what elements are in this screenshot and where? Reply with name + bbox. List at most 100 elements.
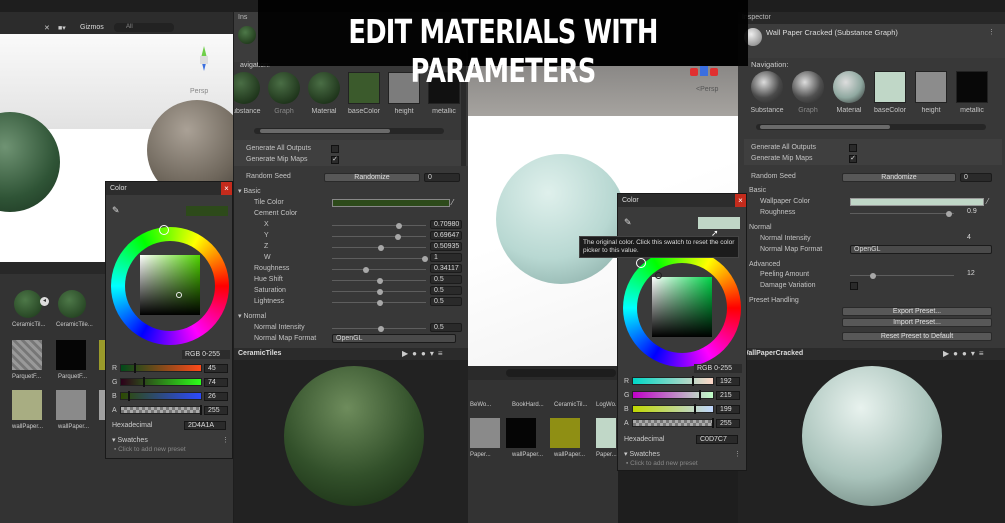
right-hex-field[interactable]: C0D7C7 bbox=[696, 435, 738, 444]
right-sv-square[interactable] bbox=[652, 277, 712, 337]
right-thumb-1[interactable] bbox=[792, 71, 824, 103]
tools-icon[interactable]: ✕ bbox=[44, 24, 50, 32]
expand-icon[interactable]: ◂ bbox=[40, 297, 49, 306]
right-swatches-menu-icon[interactable]: ⋮ bbox=[734, 450, 741, 458]
left-normal-map-format-dropdown[interactable]: OpenGL bbox=[332, 334, 456, 343]
right-r-field[interactable]: 192 bbox=[716, 377, 740, 386]
right-eyedropper-icon[interactable]: ⁄ bbox=[987, 197, 988, 206]
peeling-knob[interactable] bbox=[870, 272, 876, 279]
right-sv-handle[interactable] bbox=[655, 272, 662, 279]
right-preview-controls-icon[interactable]: ▶●●▾≡ bbox=[943, 349, 988, 358]
left-g-handle[interactable] bbox=[143, 377, 146, 387]
right-randomize-button[interactable]: Randomize bbox=[842, 173, 956, 182]
left-thumb-scrollbar[interactable] bbox=[254, 128, 444, 134]
left-inspector-tab[interactable]: Ins bbox=[238, 14, 247, 21]
vec-y-track[interactable] bbox=[332, 236, 426, 237]
right-a-handle[interactable] bbox=[712, 418, 714, 428]
right-swatches-header[interactable]: ▾ Swatches bbox=[624, 450, 660, 458]
right-color-close-button[interactable]: × bbox=[735, 194, 746, 207]
left-randomize-button[interactable]: Randomize bbox=[324, 173, 420, 182]
mid-project-search[interactable] bbox=[506, 369, 616, 377]
eyedropper-icon[interactable]: ⁄ bbox=[452, 198, 453, 207]
mid-thumb-b[interactable] bbox=[506, 418, 536, 448]
tile-color-swatch[interactable] bbox=[332, 199, 450, 207]
left-normal-header[interactable]: ▾ Normal bbox=[238, 312, 266, 322]
left-mode-dropdown[interactable]: RGB 0-255 bbox=[182, 350, 230, 359]
right-thumb-2[interactable] bbox=[833, 71, 865, 103]
right-hue-handle[interactable] bbox=[636, 258, 646, 268]
right-g-field[interactable]: 215 bbox=[716, 391, 740, 400]
left-b-slider[interactable] bbox=[120, 392, 202, 400]
vec-y-field[interactable]: 0.69647 bbox=[430, 231, 462, 240]
right-g-slider[interactable] bbox=[632, 391, 714, 399]
vec-w-track[interactable] bbox=[332, 258, 426, 259]
right-a-field[interactable]: 255 bbox=[716, 419, 740, 428]
asset-thumb-6[interactable] bbox=[12, 390, 42, 420]
right-seed-field[interactable]: 0 bbox=[960, 173, 992, 182]
left-r-field[interactable]: 45 bbox=[204, 364, 228, 373]
right-preview-sphere[interactable] bbox=[802, 366, 942, 506]
peeling-track[interactable] bbox=[850, 275, 954, 276]
lightness-field[interactable]: 0.5 bbox=[430, 297, 462, 306]
left-thumb-1[interactable] bbox=[268, 72, 300, 104]
right-normal-map-format-dropdown[interactable]: OpenGL bbox=[850, 245, 992, 254]
lightness-knob[interactable] bbox=[377, 299, 383, 306]
wallpaper-color-swatch[interactable] bbox=[850, 198, 984, 206]
left-swatches-menu-icon[interactable]: ⋮ bbox=[222, 436, 229, 444]
import-preset-button[interactable]: Import Preset... bbox=[842, 318, 992, 327]
left-a-handle[interactable] bbox=[200, 405, 202, 415]
right-advanced-header[interactable]: Advanced bbox=[749, 260, 780, 270]
left-r-slider[interactable] bbox=[120, 364, 202, 372]
vec-x-field[interactable]: 0.70980 bbox=[430, 220, 462, 229]
left-basic-header[interactable]: ▾ Basic bbox=[238, 187, 261, 197]
right-normal-intensity-field[interactable]: 4 bbox=[964, 234, 994, 243]
right-picker-eyedropper-icon[interactable]: ✎ bbox=[624, 217, 632, 228]
asset-thumb-3[interactable] bbox=[12, 340, 42, 370]
orientation-gizmo[interactable] bbox=[190, 46, 218, 76]
left-seed-field[interactable]: 0 bbox=[424, 173, 460, 182]
left-hex-field[interactable]: 2D4A1A bbox=[184, 421, 226, 430]
right-roughness-track[interactable] bbox=[850, 213, 954, 214]
right-roughness-field[interactable]: 0.9 bbox=[964, 208, 994, 217]
right-b-slider[interactable] bbox=[632, 405, 714, 413]
left-original-swatch[interactable] bbox=[186, 206, 228, 216]
right-thumb-5[interactable] bbox=[956, 71, 988, 103]
left-a-field[interactable]: 255 bbox=[204, 406, 228, 415]
right-b-field[interactable]: 199 bbox=[716, 405, 740, 414]
right-original-swatch[interactable] bbox=[698, 217, 740, 229]
mid-persp-label[interactable]: <Persp bbox=[696, 86, 718, 93]
hue-shift-knob[interactable] bbox=[377, 277, 383, 284]
asset-thumb-1[interactable] bbox=[14, 290, 42, 318]
right-thumb-3[interactable] bbox=[874, 71, 906, 103]
left-picker-eyedropper-icon[interactable]: ✎ bbox=[112, 205, 120, 216]
left-g-slider[interactable] bbox=[120, 378, 202, 386]
kebab-icon[interactable]: ⋮ bbox=[988, 28, 995, 36]
left-a-slider[interactable] bbox=[120, 406, 202, 414]
left-gen-outputs-checkbox[interactable] bbox=[331, 145, 339, 153]
right-basic-header[interactable]: Basic bbox=[749, 186, 766, 196]
saturation-field[interactable]: 0.5 bbox=[430, 286, 462, 295]
right-r-slider[interactable] bbox=[632, 377, 714, 385]
reset-preset-button[interactable]: Reset Preset to Default bbox=[842, 332, 992, 341]
left-r-handle[interactable] bbox=[134, 363, 137, 373]
persp-label[interactable]: Persp bbox=[190, 88, 208, 95]
saturation-knob[interactable] bbox=[377, 288, 383, 295]
preview-controls-icon[interactable]: ▶●●▾≡ bbox=[402, 349, 447, 358]
mid-thumb-d[interactable] bbox=[596, 418, 616, 448]
right-inspector-tab[interactable]: Inspector bbox=[738, 12, 1005, 24]
right-thumb-0[interactable] bbox=[751, 71, 783, 103]
right-mode-dropdown[interactable]: RGB 0-255 bbox=[694, 364, 742, 373]
right-a-slider[interactable] bbox=[632, 419, 714, 427]
right-thumb-scrollbar[interactable] bbox=[756, 124, 986, 130]
left-preview-sphere[interactable] bbox=[284, 366, 424, 506]
hue-shift-field[interactable]: 0.5 bbox=[430, 275, 462, 284]
right-r-handle[interactable] bbox=[692, 376, 695, 386]
gizmos-button[interactable]: Gizmos bbox=[80, 24, 104, 31]
export-preset-button[interactable]: Export Preset... bbox=[842, 307, 992, 316]
left-swatches-header[interactable]: ▾ Swatches bbox=[112, 436, 148, 444]
roughness-field[interactable]: 0.34117 bbox=[430, 264, 462, 273]
right-roughness-knob[interactable] bbox=[946, 210, 952, 217]
left-sv-handle[interactable] bbox=[176, 292, 182, 298]
right-gen-mips-checkbox[interactable]: ✓ bbox=[849, 155, 857, 163]
right-b-handle[interactable] bbox=[694, 404, 697, 414]
